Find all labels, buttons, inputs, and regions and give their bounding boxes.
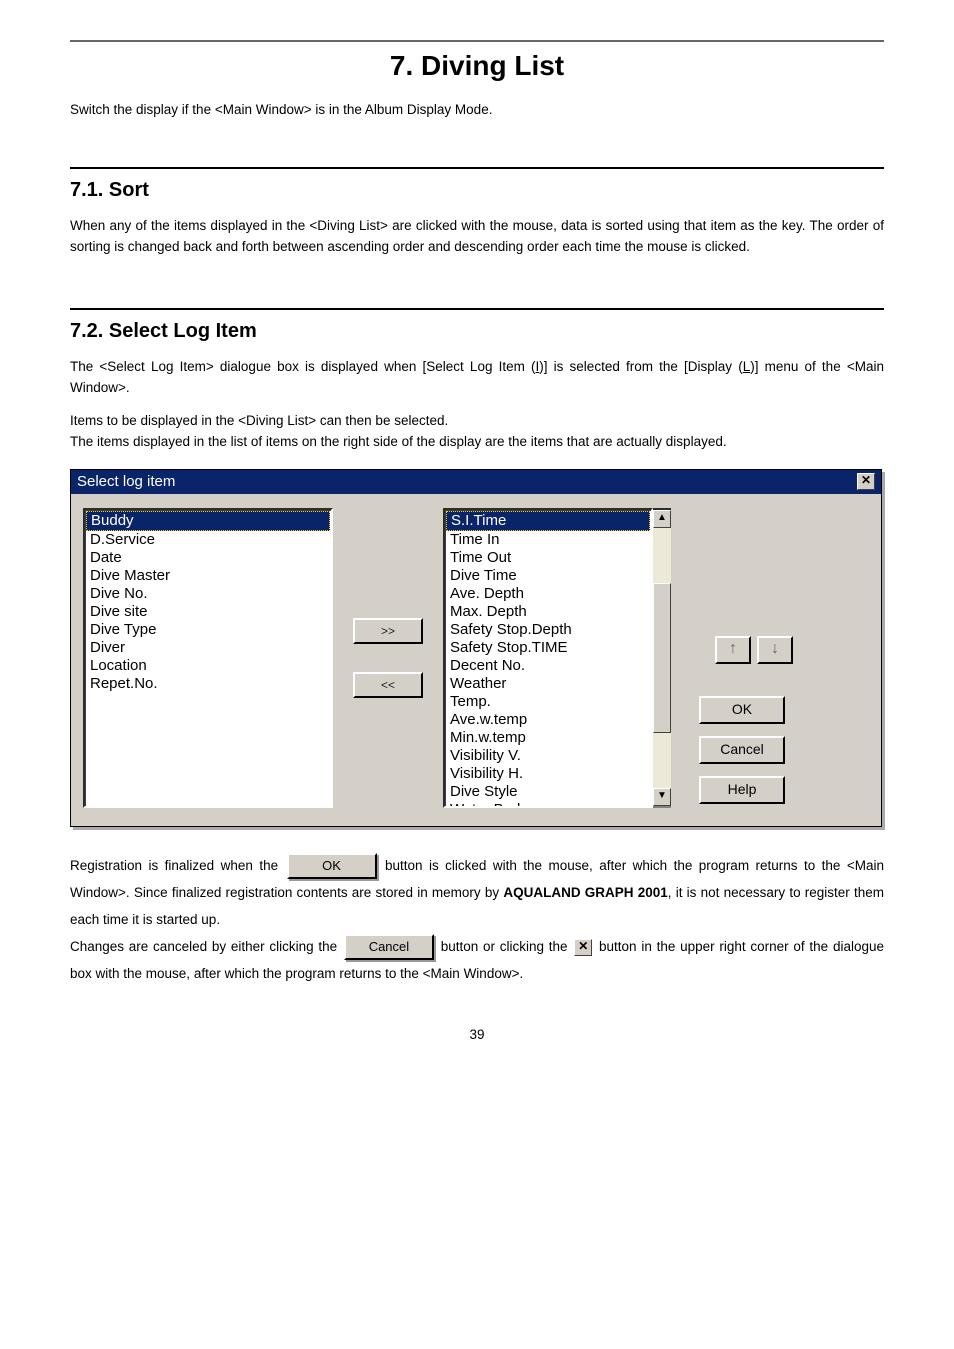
- list-item[interactable]: Safety Stop.Depth: [446, 621, 650, 639]
- close-icon-inline[interactable]: ✕: [574, 939, 592, 956]
- scroll-thumb[interactable]: [653, 583, 671, 733]
- list-item[interactable]: Decent No.: [446, 657, 650, 675]
- move-up-button[interactable]: ↑: [715, 636, 751, 664]
- list-item[interactable]: Min.w.temp: [446, 729, 650, 747]
- available-items-list[interactable]: BuddyD.ServiceDateDive MasterDive No.Div…: [83, 508, 333, 808]
- list-item[interactable]: Visibility H.: [446, 765, 650, 783]
- select-log-item-dialog: Select log item ✕ BuddyD.ServiceDateDive…: [70, 469, 882, 827]
- final-paragraph-1: Registration is finalized when the OK bu…: [70, 852, 884, 933]
- intro-text: Switch the display if the <Main Window> …: [70, 102, 884, 117]
- list-item[interactable]: Dive Type: [86, 621, 330, 639]
- ok-button-inline[interactable]: OK: [287, 853, 377, 879]
- list-item[interactable]: Repet.No.: [86, 675, 330, 693]
- scroll-down-icon[interactable]: ▼: [653, 788, 671, 806]
- list-item[interactable]: Safety Stop.TIME: [446, 639, 650, 657]
- list-item[interactable]: Time Out: [446, 549, 650, 567]
- list-item[interactable]: Ave.w.temp: [446, 711, 650, 729]
- ok-button[interactable]: OK: [699, 696, 785, 724]
- list-item[interactable]: Time In: [446, 531, 650, 549]
- move-down-button[interactable]: ↓: [757, 636, 793, 664]
- selected-items-list[interactable]: S.I.TimeTime InTime OutDive TimeAve. Dep…: [443, 508, 653, 808]
- list-item[interactable]: Location: [86, 657, 330, 675]
- cancel-button[interactable]: Cancel: [699, 736, 785, 764]
- scrollbar[interactable]: ▲ ▼: [653, 508, 671, 808]
- dialog-titlebar: Select log item ✕: [71, 470, 881, 494]
- line-2: Items to be displayed in the <Diving Lis…: [70, 413, 448, 428]
- list-item[interactable]: Visibility V.: [446, 747, 650, 765]
- section-7-2-body-2: Items to be displayed in the <Diving Lis…: [70, 411, 884, 453]
- section-7-1-heading: 7.1. Sort: [70, 179, 884, 202]
- list-item[interactable]: Dive Style: [446, 783, 650, 801]
- list-item[interactable]: Diver: [86, 639, 330, 657]
- list-item[interactable]: Dive site: [86, 603, 330, 621]
- list-item[interactable]: Dive Time: [446, 567, 650, 585]
- list-item[interactable]: Temp.: [446, 693, 650, 711]
- page-title: 7. Diving List: [70, 50, 884, 82]
- list-item[interactable]: S.I.Time: [446, 511, 650, 531]
- list-item[interactable]: Buddy: [86, 511, 330, 531]
- section-7-2-heading: 7.2. Select Log Item: [70, 320, 884, 343]
- line-3: The items displayed in the list of items…: [70, 434, 727, 449]
- list-item[interactable]: Date: [86, 549, 330, 567]
- section-7-1-body: When any of the items displayed in the <…: [70, 216, 884, 258]
- page-number: 39: [70, 1027, 884, 1042]
- add-button[interactable]: >>: [353, 618, 423, 644]
- scroll-up-icon[interactable]: ▲: [653, 510, 671, 528]
- close-icon[interactable]: ✕: [857, 473, 875, 490]
- list-item[interactable]: Weather: [446, 675, 650, 693]
- list-item[interactable]: Ave. Depth: [446, 585, 650, 603]
- cancel-button-inline[interactable]: Cancel: [344, 934, 434, 960]
- list-item[interactable]: Max. Depth: [446, 603, 650, 621]
- remove-button[interactable]: <<: [353, 672, 423, 698]
- final-paragraph-2: Changes are canceled by either clicking …: [70, 933, 884, 987]
- list-item[interactable]: Water Body: [446, 801, 650, 808]
- help-button[interactable]: Help: [699, 776, 785, 804]
- list-item[interactable]: Dive Master: [86, 567, 330, 585]
- section-7-2-body-1: The <Select Log Item> dialogue box is di…: [70, 357, 884, 399]
- list-item[interactable]: D.Service: [86, 531, 330, 549]
- dialog-title: Select log item: [77, 473, 175, 490]
- list-item[interactable]: Dive No.: [86, 585, 330, 603]
